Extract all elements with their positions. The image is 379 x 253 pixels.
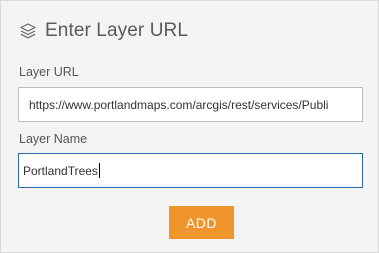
layer-name-value: PortlandTrees <box>23 163 98 178</box>
add-button[interactable]: ADD <box>169 206 234 239</box>
layer-url-value: https://www.portlandmaps.com/arcgis/rest… <box>29 97 329 112</box>
panel-header: Enter Layer URL <box>19 19 188 43</box>
layer-url-input[interactable]: https://www.portlandmaps.com/arcgis/rest… <box>18 87 363 122</box>
text-cursor <box>98 163 100 178</box>
layer-name-input[interactable]: PortlandTrees <box>18 153 363 188</box>
layer-name-label: Layer Name <box>19 132 88 146</box>
add-layer-panel: Enter Layer URL Layer URL https://www.po… <box>0 0 379 253</box>
layer-url-label: Layer URL <box>19 65 79 79</box>
panel-title: Enter Layer URL <box>45 20 189 41</box>
layers-icon <box>19 22 37 40</box>
